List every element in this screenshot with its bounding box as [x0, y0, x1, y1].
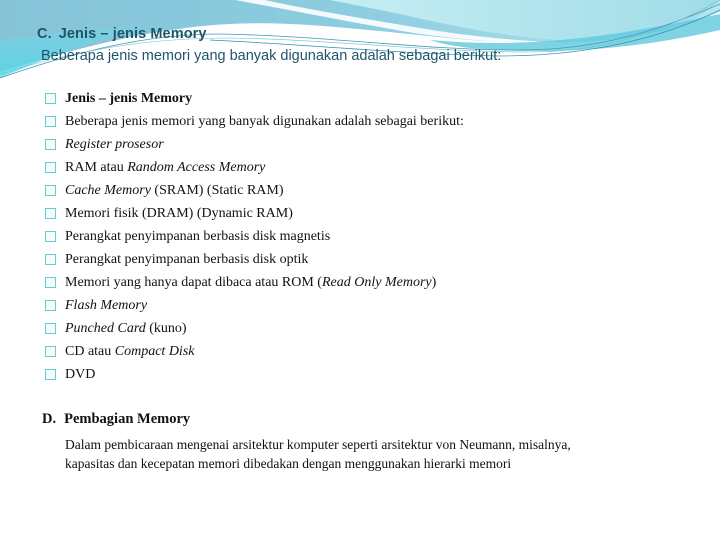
italic-term: Flash Memory — [65, 297, 148, 313]
italic-term: Compact Disk — [114, 343, 195, 359]
list-item: Perangkat penyimpanan berbasis disk opti… — [45, 248, 464, 271]
memory-types-list: Jenis – jenis Memory Beberapa jenis memor… — [45, 87, 464, 386]
checkbox-square-icon — [45, 231, 56, 242]
list-item: Memori yang hanya dapat dibaca atau ROM … — [45, 271, 464, 294]
checkbox-square-icon — [45, 162, 56, 173]
list-item: Punched Card (kuno) — [45, 317, 464, 340]
section-c-title-text: Jenis – jenis Memory — [58, 26, 207, 42]
list-item: Beberapa jenis memori yang banyak diguna… — [45, 110, 464, 133]
list-item: Flash Memory — [45, 294, 464, 317]
list-item: Memori fisik (DRAM) (Dynamic RAM) — [45, 202, 464, 225]
checkbox-square-icon — [45, 369, 56, 380]
list-item: Jenis – jenis Memory — [45, 87, 464, 110]
italic-term: Punched Card — [65, 320, 146, 336]
text-segment: DVD — [65, 366, 96, 382]
section-c-subtitle: Beberapa jenis memori yang banyak diguna… — [41, 48, 502, 64]
list-item-text: RAM atau Random Access Memory — [65, 160, 265, 176]
italic-term: Cache Memory — [65, 182, 151, 198]
text-segment: Perangkat penyimpanan berbasis disk magn… — [65, 228, 331, 244]
section-d-title: Pembagian Memory — [64, 411, 191, 427]
list-item-text: Punched Card (kuno) — [65, 321, 187, 337]
text-segment: (kuno) — [145, 320, 187, 336]
section-c-number: C. — [37, 26, 52, 42]
list-item-text: Memori fisik (DRAM) (Dynamic RAM) — [65, 206, 293, 222]
checkbox-square-icon — [45, 300, 56, 311]
list-item: Cache Memory (SRAM) (Static RAM) — [45, 179, 464, 202]
list-item-text: Perangkat penyimpanan berbasis disk magn… — [65, 229, 330, 245]
list-item-text: DVD — [65, 367, 95, 383]
section-d-body-line-2: kapasitas dan kecepatan memori dibedakan… — [65, 456, 512, 471]
checkbox-square-icon — [45, 139, 56, 150]
list-item: RAM atau Random Access Memory — [45, 156, 464, 179]
checkbox-square-icon — [45, 208, 56, 219]
list-item: Perangkat penyimpanan berbasis disk magn… — [45, 225, 464, 248]
checkbox-square-icon — [45, 254, 56, 265]
list-item: Register prosesor — [45, 133, 464, 156]
text-segment: Memori yang hanya dapat dibaca atau ROM … — [65, 274, 322, 290]
list-item-text: Beberapa jenis memori yang banyak diguna… — [65, 114, 464, 130]
text-segment: Perangkat penyimpanan berbasis disk opti… — [65, 251, 309, 267]
italic-term: Read Only Memory — [321, 274, 432, 290]
text-segment: RAM atau — [65, 159, 128, 175]
list-item-text: Flash Memory — [65, 298, 147, 314]
text-segment: (SRAM) (Static RAM) — [150, 182, 284, 198]
italic-term: Random Access Memory — [127, 159, 266, 175]
checkbox-square-icon — [45, 185, 56, 196]
list-item-text: Jenis – jenis Memory — [65, 91, 192, 107]
text-segment: ) — [431, 274, 437, 290]
list-item: DVD — [45, 363, 464, 386]
checkbox-square-icon — [45, 93, 56, 104]
checkbox-square-icon — [45, 346, 56, 357]
italic-term: Register prosesor — [65, 136, 164, 152]
list-item: CD atau Compact Disk — [45, 340, 464, 363]
section-d-body-line-1: Dalam pembicaraan mengenai arsitektur ko… — [65, 437, 571, 452]
checkbox-square-icon — [45, 116, 56, 127]
list-item-text: Memori yang hanya dapat dibaca atau ROM … — [65, 275, 436, 291]
list-item-text: Cache Memory (SRAM) (Static RAM) — [65, 183, 284, 199]
text-segment: Beberapa jenis memori yang banyak diguna… — [65, 113, 464, 129]
list-item-text: Perangkat penyimpanan berbasis disk opti… — [65, 252, 308, 268]
text-segment: Memori fisik (DRAM) (Dynamic RAM) — [65, 205, 293, 221]
checkbox-square-icon — [45, 277, 56, 288]
list-item-text: CD atau Compact Disk — [65, 344, 194, 360]
text-segment: CD atau — [65, 343, 115, 359]
section-d-heading: D. Pembagian Memory — [42, 411, 190, 428]
text-segment: Jenis – jenis Memory — [65, 90, 193, 106]
section-d-body: Dalam pembicaraan mengenai arsitektur ko… — [65, 435, 705, 473]
section-c-title: C. Jenis – jenis Memory — [37, 26, 207, 42]
checkbox-square-icon — [45, 323, 56, 334]
section-d-number: D. — [42, 411, 57, 427]
list-item-text: Register prosesor — [65, 137, 164, 153]
